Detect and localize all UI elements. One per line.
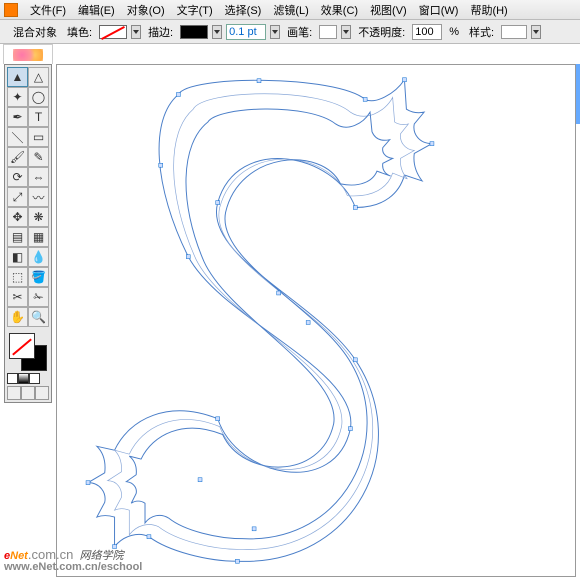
menu-object[interactable]: 对象(O) (121, 0, 171, 20)
path-mid[interactable] (108, 94, 415, 550)
style-label: 样式: (469, 24, 494, 40)
menu-filter[interactable]: 滤镜(L) (267, 0, 314, 20)
style-dropdown[interactable] (531, 25, 541, 39)
screen-mode-full-menu[interactable] (21, 386, 35, 400)
menu-bar: 文件(F) 编辑(E) 对象(O) 文字(T) 选择(S) 滤镜(L) 效果(C… (0, 0, 580, 20)
brush-dropdown[interactable] (341, 25, 351, 39)
tool-direct-selection[interactable]: △ (28, 67, 49, 87)
options-bar: 混合对象 填色: 描边: 0.1 pt 画笔: 不透明度: 100 % 样式: (0, 20, 580, 44)
anchor-points[interactable] (86, 78, 434, 563)
watermark-com: .com.cn (28, 547, 74, 562)
fill-color[interactable] (9, 333, 35, 359)
tool-scale[interactable]: ⤢ (7, 187, 28, 207)
watermark-url: www.eNet.com.cn/eschool (4, 561, 142, 573)
tool-paintbrush[interactable]: 🖌 (7, 147, 28, 167)
document-thumbnail (13, 49, 43, 61)
tool-selection[interactable]: ▲ (7, 67, 28, 87)
watermark: eNet.com.cn 网络学院 www.eNet.com.cn/eschool (4, 539, 142, 573)
tool-rectangle[interactable]: ▭ (28, 127, 49, 147)
tool-warp[interactable]: 〰 (28, 187, 49, 207)
tool-rotate[interactable]: ⟳ (7, 167, 28, 187)
vertical-scrollbar[interactable] (576, 64, 580, 124)
workspace (0, 44, 580, 577)
tool-magic-wand[interactable]: ✦ (7, 87, 28, 107)
menu-select[interactable]: 选择(S) (219, 0, 268, 20)
tool-zoom[interactable]: 🔍 (28, 307, 49, 327)
tool-reflect[interactable]: ⇔ (28, 167, 49, 187)
tool-live-paint[interactable]: 🪣 (28, 267, 49, 287)
document-tab[interactable] (3, 44, 53, 64)
screen-mode-normal[interactable] (7, 386, 21, 400)
vector-artwork[interactable] (57, 65, 575, 576)
color-picker[interactable] (7, 331, 49, 371)
blend-object-label: 混合对象 (13, 24, 57, 40)
tool-line[interactable]: ＼ (7, 127, 28, 147)
tool-pencil[interactable]: ✎ (28, 147, 49, 167)
style-swatch[interactable] (501, 25, 527, 39)
menu-text[interactable]: 文字(T) (171, 0, 219, 20)
path-inner[interactable] (126, 109, 392, 539)
stroke-swatch[interactable] (180, 25, 208, 39)
tool-scissors[interactable]: ✁ (28, 287, 49, 307)
stroke-dropdown[interactable] (212, 25, 222, 39)
screen-mode-full[interactable] (35, 386, 49, 400)
opacity-suffix: % (449, 26, 459, 38)
tool-hand[interactable]: ✋ (7, 307, 28, 327)
opacity-label: 不透明度: (358, 24, 405, 40)
swatch-color[interactable] (7, 373, 18, 384)
tool-graph[interactable]: ▤ (7, 227, 28, 247)
tool-pen[interactable]: ✒ (7, 107, 28, 127)
tool-eyedropper[interactable]: 💧 (28, 247, 49, 267)
tool-type[interactable]: T (28, 107, 49, 127)
swatch-none[interactable] (29, 373, 40, 384)
menu-effect[interactable]: 效果(C) (315, 0, 364, 20)
tool-gradient[interactable]: ◧ (7, 247, 28, 267)
tool-slice[interactable]: ✂ (7, 287, 28, 307)
app-icon (4, 3, 18, 17)
stroke-weight-dropdown[interactable] (270, 25, 280, 39)
canvas[interactable] (56, 64, 576, 577)
fill-dropdown[interactable] (131, 25, 141, 39)
menu-edit[interactable]: 编辑(E) (72, 0, 121, 20)
menu-file[interactable]: 文件(F) (24, 0, 72, 20)
fill-label: 填色: (67, 24, 92, 40)
tool-lasso[interactable]: ◯ (28, 87, 49, 107)
stroke-label: 描边: (148, 24, 173, 40)
opacity-field[interactable]: 100 (412, 24, 442, 40)
menu-help[interactable]: 帮助(H) (464, 0, 513, 20)
tool-mesh[interactable]: ▦ (28, 227, 49, 247)
brush-label: 画笔: (287, 24, 312, 40)
brush-swatch[interactable] (319, 25, 337, 39)
toolbox[interactable]: ▲△ ✦◯ ✒T ＼▭ 🖌✎ ⟳⇔ ⤢〰 ✥❋ ▤▦ ◧💧 ⬚🪣 ✂✁ ✋🔍 (4, 64, 52, 403)
swatch-gradient[interactable] (18, 373, 29, 384)
path-outer[interactable] (88, 80, 432, 562)
tool-blend[interactable]: ⬚ (7, 267, 28, 287)
menu-window[interactable]: 窗口(W) (413, 0, 465, 20)
tool-symbol-sprayer[interactable]: ❋ (28, 207, 49, 227)
stroke-weight-field[interactable]: 0.1 pt (226, 24, 266, 40)
menu-view[interactable]: 视图(V) (364, 0, 413, 20)
fill-swatch[interactable] (99, 25, 127, 39)
tool-free-transform[interactable]: ✥ (7, 207, 28, 227)
